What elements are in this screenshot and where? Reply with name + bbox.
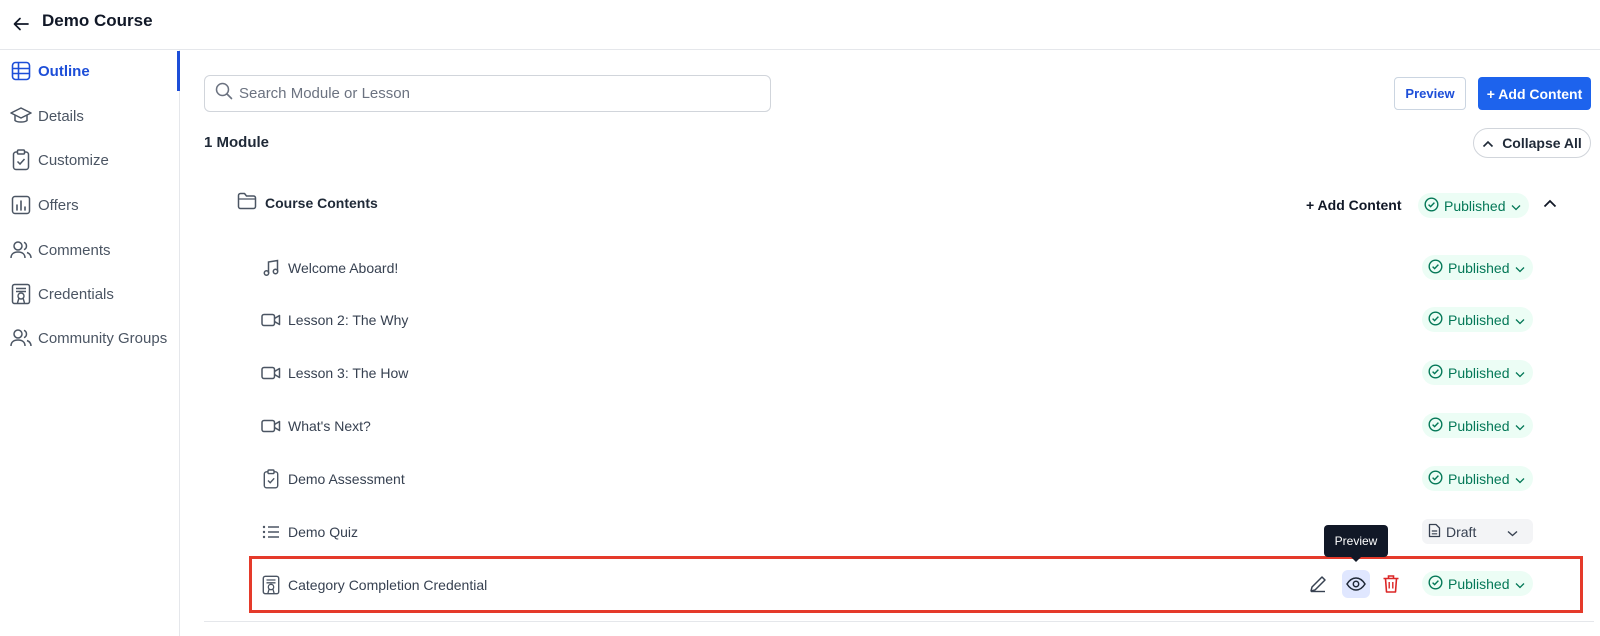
back-arrow-icon[interactable] — [9, 12, 33, 36]
search-input[interactable] — [239, 85, 739, 102]
sidebar-item-label: Offers — [38, 196, 79, 214]
lesson-title: Lesson 3: The How — [288, 365, 409, 381]
lesson-row[interactable]: Lesson 3: The How — [260, 361, 408, 385]
sidebar-item-credentials[interactable]: Credentials — [0, 274, 180, 314]
preview-tooltip: Preview — [1324, 525, 1388, 562]
video-icon — [260, 415, 282, 437]
sidebar-item-comments[interactable]: Comments — [0, 230, 180, 270]
sidebar-item-label: Outline — [38, 62, 90, 80]
clipboard-check-icon — [10, 149, 32, 171]
sidebar-item-details[interactable]: Details — [0, 96, 180, 136]
collapse-all-label: Collapse All — [1502, 135, 1582, 151]
lesson-title: Category Completion Credential — [288, 577, 488, 593]
status-label: Published — [1448, 259, 1510, 276]
status-label: Published — [1448, 417, 1510, 434]
edit-pencil-icon[interactable] — [1304, 570, 1332, 598]
module-status-badge[interactable]: Published — [1418, 193, 1529, 218]
search-box[interactable] — [204, 75, 771, 112]
chevron-down-icon — [1515, 471, 1525, 487]
sidebar-item-label: Credentials — [38, 285, 114, 303]
lesson-title: Welcome Aboard! — [288, 260, 399, 276]
module-count: 1 Module — [204, 134, 270, 151]
certificate-icon — [260, 574, 282, 596]
list-icon — [260, 521, 282, 543]
status-label: Published — [1444, 197, 1506, 214]
sidebar-item-outline[interactable]: Outline — [0, 51, 180, 91]
status-label: Published — [1448, 311, 1510, 328]
document-icon — [1428, 523, 1441, 541]
check-circle-icon — [1428, 574, 1443, 593]
check-circle-icon — [1428, 416, 1443, 435]
lesson-title: What's Next? — [288, 418, 371, 434]
lesson-status-badge[interactable]: Published — [1422, 255, 1533, 280]
page-title: Demo Course — [42, 11, 153, 30]
sidebar-item-offers[interactable]: Offers — [0, 185, 180, 225]
chevron-down-icon — [1515, 365, 1525, 381]
users-icon — [10, 327, 32, 349]
check-circle-icon — [1428, 310, 1443, 329]
lesson-title: Demo Assessment — [288, 471, 405, 487]
bar-chart-icon — [10, 194, 32, 216]
video-icon — [260, 362, 282, 384]
check-circle-icon — [1424, 196, 1439, 215]
certificate-icon — [10, 283, 32, 305]
status-label: Draft — [1446, 523, 1477, 540]
preview-eye-icon[interactable] — [1342, 570, 1370, 598]
add-content-button[interactable]: + Add Content — [1478, 77, 1591, 110]
lesson-row[interactable]: Demo Assessment — [260, 467, 405, 491]
lesson-row[interactable]: Demo Quiz — [260, 520, 358, 544]
status-label: Published — [1448, 470, 1510, 487]
sidebar-item-label: Community Groups — [38, 329, 168, 347]
sidebar-item-label: Details — [38, 107, 84, 125]
chevron-down-icon — [1515, 418, 1525, 434]
lesson-row[interactable]: Category Completion Credential — [260, 573, 487, 597]
folder-icon — [237, 192, 257, 215]
lesson-title: Demo Quiz — [288, 524, 359, 540]
status-label: Published — [1448, 575, 1510, 592]
lesson-row[interactable]: Welcome Aboard! — [260, 256, 398, 280]
module-header[interactable]: Course Contents — [237, 190, 378, 216]
check-circle-icon — [1428, 363, 1443, 382]
chevron-down-icon — [1515, 576, 1525, 592]
clipboard-check-icon — [260, 468, 282, 490]
lesson-row[interactable]: What's Next? — [260, 414, 371, 438]
preview-button[interactable]: Preview — [1394, 77, 1466, 110]
search-icon — [215, 82, 233, 105]
lesson-status-badge[interactable]: Published — [1422, 360, 1533, 385]
chevron-down-icon — [1515, 312, 1525, 328]
sidebar: Outline Details Customize Offers Comment… — [0, 50, 180, 636]
lesson-status-badge[interactable]: Published — [1422, 307, 1533, 332]
lesson-status-badge[interactable]: Published — [1422, 413, 1533, 438]
chevron-down-icon — [1507, 524, 1518, 540]
lesson-title: Lesson 2: The Why — [288, 312, 409, 328]
sidebar-item-community-groups[interactable]: Community Groups — [0, 318, 180, 358]
video-icon — [260, 309, 282, 331]
module-add-content-button[interactable]: + Add Content — [1306, 197, 1402, 213]
music-note-icon — [260, 257, 282, 279]
outline-grid-icon — [10, 60, 32, 82]
divider — [204, 621, 1594, 622]
chevron-down-icon — [1515, 260, 1525, 276]
sidebar-item-customize[interactable]: Customize — [0, 140, 180, 180]
status-label: Published — [1448, 364, 1510, 381]
lesson-status-badge[interactable]: Published — [1422, 466, 1533, 491]
module-title: Course Contents — [265, 195, 378, 211]
sidebar-item-label: Customize — [38, 151, 109, 169]
delete-trash-icon[interactable] — [1377, 570, 1405, 598]
chevron-down-icon — [1511, 198, 1521, 214]
lesson-status-badge[interactable]: Draft — [1422, 519, 1533, 544]
collapse-all-button[interactable]: Collapse All — [1473, 128, 1591, 158]
lesson-row[interactable]: Lesson 2: The Why — [260, 308, 408, 332]
users-icon — [10, 239, 32, 261]
check-circle-icon — [1428, 258, 1443, 277]
sidebar-item-label: Comments — [38, 241, 111, 259]
chevron-up-icon — [1482, 135, 1494, 151]
top-bar: Demo Course — [0, 0, 1600, 50]
module-collapse-chevron-icon[interactable] — [1540, 193, 1560, 213]
graduation-cap-icon — [10, 105, 32, 127]
check-circle-icon — [1428, 469, 1443, 488]
lesson-status-badge[interactable]: Published — [1422, 571, 1533, 596]
